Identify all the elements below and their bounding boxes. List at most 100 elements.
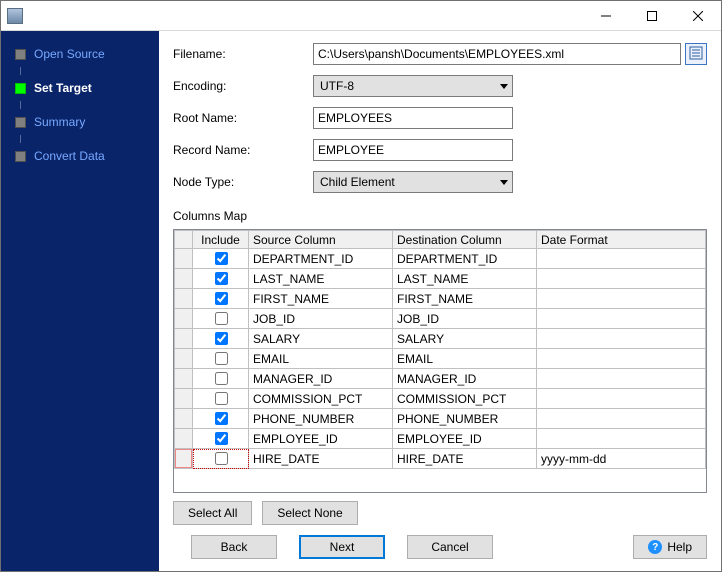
include-cell[interactable] — [193, 309, 249, 329]
include-checkbox[interactable] — [215, 272, 228, 285]
row-handle[interactable] — [175, 449, 193, 469]
source-column-cell[interactable]: FIRST_NAME — [249, 289, 393, 309]
step-label: Summary — [34, 115, 85, 129]
cancel-button[interactable]: Cancel — [407, 535, 493, 559]
include-cell[interactable] — [193, 269, 249, 289]
include-cell[interactable] — [193, 389, 249, 409]
date-format-cell[interactable] — [537, 389, 706, 409]
include-checkbox[interactable] — [215, 372, 228, 385]
date-format-cell[interactable] — [537, 249, 706, 269]
include-cell[interactable] — [193, 349, 249, 369]
row-handle[interactable] — [175, 289, 193, 309]
next-button[interactable]: Next — [299, 535, 385, 559]
source-column-cell[interactable]: SALARY — [249, 329, 393, 349]
date-format-cell[interactable] — [537, 289, 706, 309]
node-type-select[interactable]: Child Element — [313, 171, 513, 193]
destination-column-cell[interactable]: COMMISSION_PCT — [393, 389, 537, 409]
row-handle[interactable] — [175, 329, 193, 349]
row-handle[interactable] — [175, 389, 193, 409]
destination-column-cell[interactable]: EMPLOYEE_ID — [393, 429, 537, 449]
row-handle[interactable] — [175, 429, 193, 449]
include-checkbox[interactable] — [215, 332, 228, 345]
row-handle[interactable] — [175, 269, 193, 289]
maximize-button[interactable] — [629, 1, 675, 31]
wizard-step[interactable]: Open Source — [1, 41, 159, 67]
destination-column-cell[interactable]: JOB_ID — [393, 309, 537, 329]
destination-header[interactable]: Destination Column — [393, 231, 537, 249]
date-format-cell[interactable] — [537, 329, 706, 349]
close-button[interactable] — [675, 1, 721, 31]
minimize-button[interactable] — [583, 1, 629, 31]
titlebar — [1, 1, 721, 31]
destination-column-cell[interactable]: MANAGER_ID — [393, 369, 537, 389]
date-format-cell[interactable] — [537, 269, 706, 289]
columns-map-table: Include Source Column Destination Column… — [173, 229, 707, 493]
date-format-cell[interactable] — [537, 429, 706, 449]
encoding-label: Encoding: — [173, 79, 313, 93]
select-none-button[interactable]: Select None — [262, 501, 357, 525]
destination-column-cell[interactable]: FIRST_NAME — [393, 289, 537, 309]
wizard-step[interactable]: Summary — [1, 109, 159, 135]
source-column-cell[interactable]: PHONE_NUMBER — [249, 409, 393, 429]
filename-input[interactable] — [313, 43, 681, 65]
wizard-step[interactable]: Set Target — [1, 75, 159, 101]
encoding-select[interactable]: UTF-8 — [313, 75, 513, 97]
destination-column-cell[interactable]: LAST_NAME — [393, 269, 537, 289]
step-marker-icon — [15, 49, 26, 60]
include-checkbox[interactable] — [215, 312, 228, 325]
include-cell[interactable] — [193, 429, 249, 449]
table-row: PHONE_NUMBERPHONE_NUMBER — [175, 409, 706, 429]
source-column-cell[interactable]: LAST_NAME — [249, 269, 393, 289]
wizard-step[interactable]: Convert Data — [1, 143, 159, 169]
select-all-button[interactable]: Select All — [173, 501, 252, 525]
include-cell[interactable] — [193, 369, 249, 389]
step-label: Convert Data — [34, 149, 105, 163]
help-button[interactable]: ? Help — [633, 535, 707, 559]
source-header[interactable]: Source Column — [249, 231, 393, 249]
destination-column-cell[interactable]: SALARY — [393, 329, 537, 349]
include-checkbox[interactable] — [215, 432, 228, 445]
include-checkbox[interactable] — [215, 392, 228, 405]
source-column-cell[interactable]: EMAIL — [249, 349, 393, 369]
include-checkbox[interactable] — [215, 412, 228, 425]
node-type-value: Child Element — [320, 175, 395, 189]
source-column-cell[interactable]: COMMISSION_PCT — [249, 389, 393, 409]
source-column-cell[interactable]: MANAGER_ID — [249, 369, 393, 389]
chevron-down-icon — [500, 84, 508, 89]
destination-column-cell[interactable]: HIRE_DATE — [393, 449, 537, 469]
include-cell[interactable] — [193, 329, 249, 349]
include-checkbox[interactable] — [215, 292, 228, 305]
date-format-cell[interactable] — [537, 369, 706, 389]
include-checkbox[interactable] — [215, 252, 228, 265]
include-cell[interactable] — [193, 289, 249, 309]
source-column-cell[interactable]: JOB_ID — [249, 309, 393, 329]
table-row: DEPARTMENT_IDDEPARTMENT_ID — [175, 249, 706, 269]
date-format-header[interactable]: Date Format — [537, 231, 706, 249]
include-checkbox[interactable] — [215, 452, 228, 465]
source-column-cell[interactable]: HIRE_DATE — [249, 449, 393, 469]
browse-button[interactable] — [685, 43, 707, 65]
row-handle[interactable] — [175, 369, 193, 389]
source-column-cell[interactable]: EMPLOYEE_ID — [249, 429, 393, 449]
destination-column-cell[interactable]: PHONE_NUMBER — [393, 409, 537, 429]
row-handle[interactable] — [175, 349, 193, 369]
date-format-cell[interactable] — [537, 309, 706, 329]
include-cell[interactable] — [193, 249, 249, 269]
source-column-cell[interactable]: DEPARTMENT_ID — [249, 249, 393, 269]
include-header[interactable]: Include — [193, 231, 249, 249]
root-name-input[interactable] — [313, 107, 513, 129]
include-cell[interactable] — [193, 449, 249, 469]
encoding-value: UTF-8 — [320, 79, 354, 93]
include-cell[interactable] — [193, 409, 249, 429]
date-format-cell[interactable] — [537, 349, 706, 369]
row-handle[interactable] — [175, 249, 193, 269]
destination-column-cell[interactable]: DEPARTMENT_ID — [393, 249, 537, 269]
date-format-cell[interactable]: yyyy-mm-dd — [537, 449, 706, 469]
row-handle[interactable] — [175, 309, 193, 329]
destination-column-cell[interactable]: EMAIL — [393, 349, 537, 369]
date-format-cell[interactable] — [537, 409, 706, 429]
row-handle[interactable] — [175, 409, 193, 429]
back-button[interactable]: Back — [191, 535, 277, 559]
record-name-input[interactable] — [313, 139, 513, 161]
include-checkbox[interactable] — [215, 352, 228, 365]
